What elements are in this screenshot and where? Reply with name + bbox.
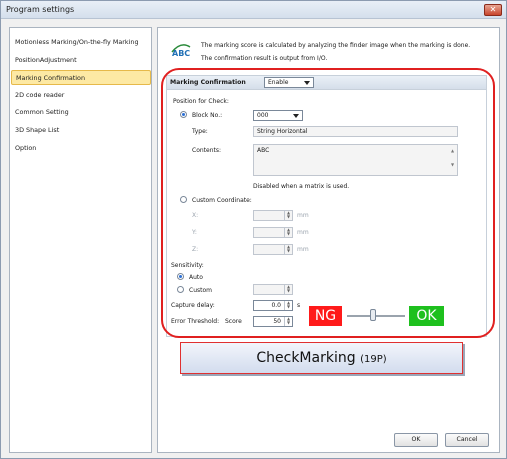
window-title: Program settings: [6, 5, 75, 14]
contents-value: ABC: [257, 147, 270, 154]
callout-page: (19P): [360, 354, 387, 365]
sidebar-item-common-setting[interactable]: Common Setting: [11, 105, 151, 120]
block-no-value: 000: [257, 112, 269, 119]
checkmarking-callout: CheckMarking (19P): [180, 342, 463, 374]
settings-content-panel: ABC The marking score is calculated by a…: [157, 27, 500, 453]
score-value: 50: [273, 318, 281, 325]
x-spinner[interactable]: ▲ ▼: [253, 210, 293, 221]
score-label: Score: [225, 318, 242, 325]
sensitivity-custom-radio[interactable]: [177, 286, 184, 293]
sidebar-item-option[interactable]: Option: [11, 141, 151, 156]
capture-delay-label: Capture delay:: [171, 302, 215, 309]
sensitivity-auto-radio[interactable]: [177, 273, 184, 280]
chevron-down-icon: [293, 114, 299, 118]
sensitivity-spinner-arrows[interactable]: ▲ ▼: [284, 285, 292, 294]
error-threshold-label: Error Threshold:: [171, 318, 220, 325]
z-unit: mm: [297, 246, 309, 253]
type-label: Type:: [192, 128, 208, 135]
marking-confirmation-label: Marking Confirmation: [170, 79, 246, 86]
ok-badge: OK: [409, 306, 444, 326]
x-unit: mm: [297, 212, 309, 219]
capture-delay-unit: s: [297, 302, 301, 309]
sensitivity-custom-label: Custom: [189, 287, 212, 294]
callout-title: CheckMarking: [256, 350, 356, 366]
threshold-slider-thumb[interactable]: [370, 309, 377, 321]
position-for-check-label: Position for Check:: [173, 98, 229, 105]
y-spinner[interactable]: ▲ ▼: [253, 227, 293, 238]
disabled-note: Disabled when a matrix is used.: [253, 183, 350, 190]
y-spinner-arrows[interactable]: ▲ ▼: [284, 228, 292, 237]
sidebar-item-3d-shape-list[interactable]: 3D Shape List: [11, 123, 151, 138]
title-bar: Program settings ✕: [1, 1, 506, 19]
custom-coordinate-radio[interactable]: [180, 196, 187, 203]
x-label: X:: [192, 212, 199, 219]
sensitivity-custom-spinner[interactable]: ▲ ▼: [253, 284, 293, 295]
sidebar-item-position-adjustment[interactable]: PositionAdjustment: [11, 53, 151, 68]
score-spinner[interactable]: 50 ▲ ▼: [253, 316, 293, 327]
sensitivity-label: Sensitivity:: [171, 262, 204, 269]
y-label: Y:: [192, 229, 197, 236]
x-spinner-arrows[interactable]: ▲ ▼: [284, 211, 292, 220]
z-spinner[interactable]: ▲ ▼: [253, 244, 293, 255]
z-spinner-arrows[interactable]: ▲ ▼: [284, 245, 292, 254]
y-unit: mm: [297, 229, 309, 236]
capture-delay-arrows[interactable]: ▲ ▼: [284, 301, 292, 310]
ok-button[interactable]: OK: [394, 433, 438, 447]
custom-coordinate-label: Custom Coordinate:: [192, 197, 252, 204]
contents-label: Contents:: [192, 147, 222, 154]
abc-marking-icon: ABC: [171, 44, 191, 58]
block-no-radio[interactable]: [180, 111, 187, 118]
type-field: String Horizontal: [253, 126, 458, 137]
ng-badge: NG: [309, 306, 342, 326]
section-header: Marking Confirmation Enable: [167, 76, 486, 90]
z-label: Z:: [192, 246, 199, 253]
score-arrows[interactable]: ▲ ▼: [284, 317, 292, 326]
capture-delay-value: 0.0: [271, 302, 281, 309]
block-no-label: Block No.:: [192, 112, 223, 119]
sensitivity-auto-label: Auto: [189, 274, 203, 281]
chevron-down-icon: [304, 81, 310, 85]
svg-text:ABC: ABC: [172, 49, 190, 58]
sidebar-item-2d-code-reader[interactable]: 2D code reader: [11, 88, 151, 103]
program-settings-window: Program settings ✕ Motionless Marking/On…: [0, 0, 507, 459]
enable-select[interactable]: Enable: [264, 77, 314, 88]
sidebar-item-motionless-marking[interactable]: Motionless Marking/On-the-fly Marking: [11, 35, 151, 50]
block-no-select[interactable]: 000: [253, 110, 303, 121]
enable-select-value: Enable: [268, 79, 289, 86]
sidebar-item-marking-confirmation[interactable]: Marking Confirmation: [11, 70, 151, 85]
contents-scrollbar[interactable]: ▲ ▼: [450, 147, 455, 173]
info-text-line2: The confirmation result is output from I…: [201, 55, 328, 62]
capture-delay-spinner[interactable]: 0.0 ▲ ▼: [253, 300, 293, 311]
settings-sidebar: Motionless Marking/On-the-fly Marking Po…: [9, 27, 152, 453]
cancel-button[interactable]: Cancel: [445, 433, 489, 447]
contents-field[interactable]: ABC ▲ ▼: [253, 144, 458, 176]
marking-confirmation-section: Marking Confirmation Enable Position for…: [166, 75, 487, 337]
info-text-line1: The marking score is calculated by analy…: [201, 42, 471, 49]
close-button[interactable]: ✕: [484, 4, 502, 16]
